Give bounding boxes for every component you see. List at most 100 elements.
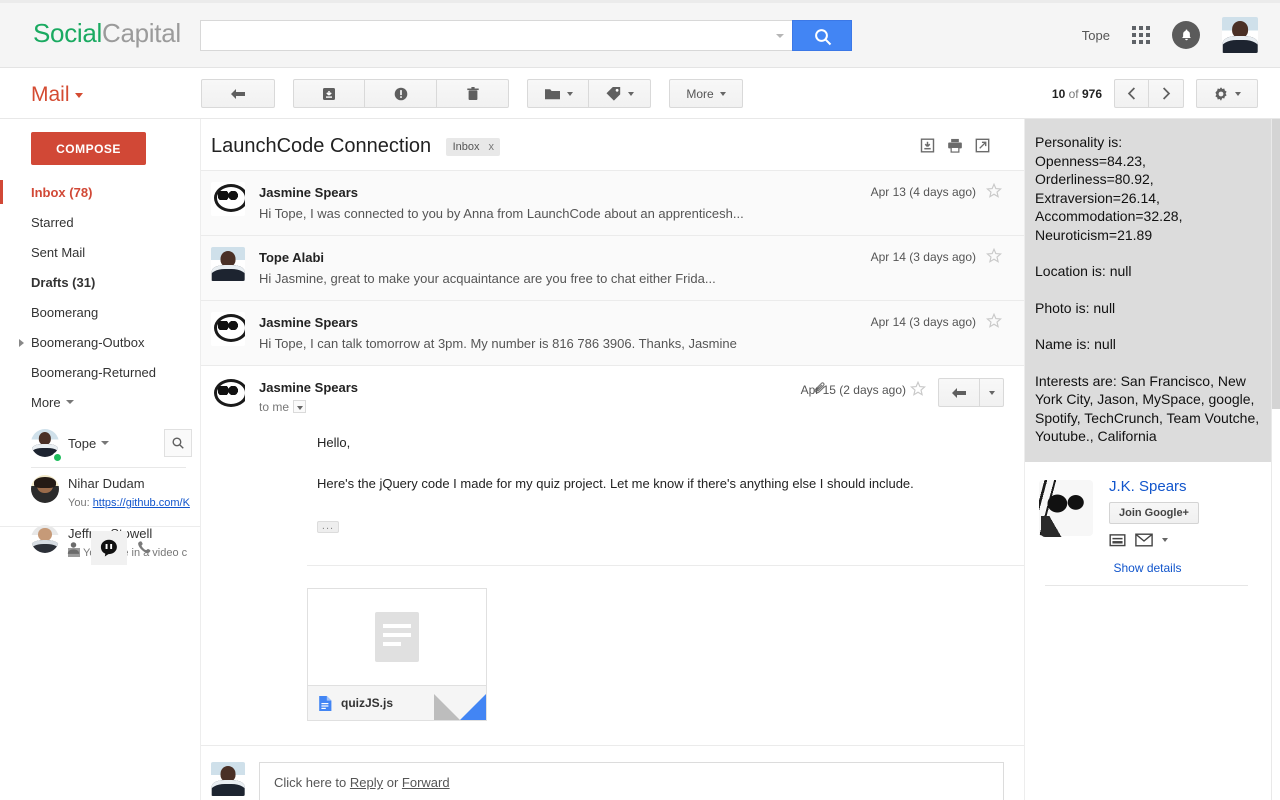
scrollbar-thumb[interactable] <box>1272 119 1280 409</box>
hangouts-search-button[interactable] <box>164 429 192 457</box>
collapsed-message-row[interactable]: Jasmine Spears Hi Tope, I can talk tomor… <box>201 300 1024 365</box>
search-box[interactable] <box>200 20 792 51</box>
recipient-details-caret-icon[interactable] <box>293 400 307 413</box>
label-chip-inbox[interactable]: Inbox x <box>445 137 501 156</box>
sidebar-item-drafts[interactable]: Drafts (31) <box>0 267 200 297</box>
settings-button[interactable] <box>1196 79 1258 108</box>
attachment-footer: quizJS.js <box>308 685 486 720</box>
reply-area: Click here to Reply or Forward <box>201 745 1024 800</box>
chat-button[interactable] <box>1109 533 1126 548</box>
chevron-right-icon <box>1162 87 1170 100</box>
star-button[interactable] <box>910 381 926 397</box>
move-to-folder-button[interactable] <box>527 79 589 108</box>
app-logo[interactable]: SocialCapital <box>33 18 181 49</box>
chevron-left-icon <box>1127 87 1136 100</box>
notifications-button[interactable] <box>1172 21 1200 49</box>
avatar <box>211 312 245 346</box>
collapsed-message-row[interactable]: Jasmine Spears Hi Tope, I was connected … <box>201 170 1024 235</box>
star-icon <box>910 381 926 396</box>
sidebar-item-sent-mail[interactable]: Sent Mail <box>0 237 200 267</box>
sidebar-item-boomerang-returned[interactable]: Boomerang-Returned <box>0 357 200 387</box>
archive-spam-delete-group <box>293 79 509 108</box>
corner-fold-gray <box>434 694 460 720</box>
folder-icon <box>544 88 560 99</box>
star-button[interactable] <box>986 248 1002 264</box>
star-button[interactable] <box>986 183 1002 199</box>
phone-tab-button[interactable] <box>127 531 163 565</box>
previous-message-button[interactable] <box>1114 79 1149 108</box>
account-avatar[interactable] <box>1222 17 1258 53</box>
hangouts-contact-nihar[interactable]: Nihar Dudam You: https://github.com/K <box>0 468 200 518</box>
hangouts-footer <box>0 526 200 568</box>
sidebar-item-boomerang[interactable]: Boomerang <box>0 297 200 327</box>
search-options-caret-icon[interactable] <box>776 34 784 38</box>
hangouts-my-name[interactable]: Tope <box>68 436 96 451</box>
search-input[interactable] <box>201 21 792 50</box>
account-name[interactable]: Tope <box>1082 28 1110 43</box>
show-trimmed-content-button[interactable]: ... <box>317 521 339 533</box>
reply-button[interactable] <box>938 378 980 407</box>
contact-details: J.K. Spears Join Google+ <box>1109 478 1260 548</box>
show-details-link[interactable]: Show details <box>1035 561 1260 575</box>
join-google-plus-button[interactable]: Join Google+ <box>1109 501 1199 524</box>
reply-link[interactable]: Reply <box>350 775 383 790</box>
more-message-actions-button[interactable] <box>980 378 1004 407</box>
personality-title: Personality is: <box>1035 134 1123 150</box>
snippet-link[interactable]: https://github.com/K <box>93 497 190 509</box>
exclamation-icon <box>394 87 407 100</box>
message-recipient[interactable]: to me <box>259 400 1004 414</box>
top-bar: SocialCapital Tope <box>0 0 1280 68</box>
reply-arrow-icon <box>952 387 966 398</box>
archive-icon <box>323 87 335 100</box>
message-thread-pane: LaunchCode Connection Inbox x Jasmine Sp… <box>200 119 1067 800</box>
collapsed-message-row[interactable]: Tope Alabi Hi Jasmine, great to make you… <box>201 235 1024 300</box>
reply-prompt-joiner: or <box>383 775 402 790</box>
right-side-panel: Personality is: Openness=84.23, Orderlin… <box>1024 119 1272 800</box>
expand-triangle-icon[interactable] <box>19 339 24 347</box>
next-message-button[interactable] <box>1149 79 1184 108</box>
thread-header: LaunchCode Connection Inbox x <box>201 119 1024 170</box>
page-scrollbar[interactable] <box>1272 119 1280 800</box>
star-button[interactable] <box>986 313 1002 329</box>
message-body: Hello, Here's the jQuery code I made for… <box>259 414 1004 539</box>
thread-actions <box>920 138 990 153</box>
sidebar-item-more[interactable]: More <box>0 387 200 417</box>
folder-nav-list: Inbox (78) Starred Sent Mail Drafts (31)… <box>0 177 200 417</box>
download-thread-button[interactable] <box>920 138 935 153</box>
hangouts-header: Tope <box>0 423 200 463</box>
contact-name[interactable]: J.K. Spears <box>1109 478 1260 495</box>
attachment-card[interactable]: quizJS.js <box>307 588 487 721</box>
hangouts-tab-button[interactable] <box>91 530 127 565</box>
print-thread-button[interactable] <box>947 138 963 153</box>
report-spam-button[interactable] <box>365 79 437 108</box>
email-button[interactable] <box>1135 533 1153 547</box>
chevron-down-icon[interactable] <box>101 441 110 445</box>
delete-button[interactable] <box>437 79 509 108</box>
count-of: of <box>1068 86 1079 101</box>
download-icon <box>920 138 935 153</box>
location-info: Location is: null <box>1035 263 1132 279</box>
contact-more-caret-icon[interactable] <box>1162 538 1168 542</box>
personality-extraversion: Extraversion=26.14, <box>1035 189 1160 206</box>
forward-link[interactable]: Forward <box>402 775 450 790</box>
contact-avatar[interactable] <box>1035 477 1097 540</box>
pagination-area: 10 of 976 <box>1052 79 1258 108</box>
contacts-tab-button[interactable] <box>55 531 91 565</box>
apps-grid-icon[interactable] <box>1132 26 1150 44</box>
sidebar-item-inbox[interactable]: Inbox (78) <box>0 177 200 207</box>
labels-button[interactable] <box>589 79 651 108</box>
mail-dropdown[interactable]: Mail <box>31 83 83 107</box>
sidebar-item-starred[interactable]: Starred <box>0 207 200 237</box>
message-preview: Hi Tope, I can talk tomorrow at 3pm. My … <box>259 336 737 351</box>
search-button[interactable] <box>792 20 852 51</box>
open-in-new-window-button[interactable] <box>975 138 990 153</box>
archive-button[interactable] <box>293 79 365 108</box>
message-date: Apr 14 (3 days ago) <box>870 315 976 329</box>
more-actions-button[interactable]: More <box>669 79 743 108</box>
reply-input[interactable]: Click here to Reply or Forward <box>259 762 1004 800</box>
compose-button[interactable]: COMPOSE <box>31 132 146 165</box>
sidebar-item-boomerang-outbox[interactable]: Boomerang-Outbox <box>0 327 200 357</box>
remove-label-icon[interactable]: x <box>489 141 495 153</box>
sidebar-item-label: Boomerang-Outbox <box>31 334 145 350</box>
back-to-inbox-button[interactable] <box>201 79 275 108</box>
